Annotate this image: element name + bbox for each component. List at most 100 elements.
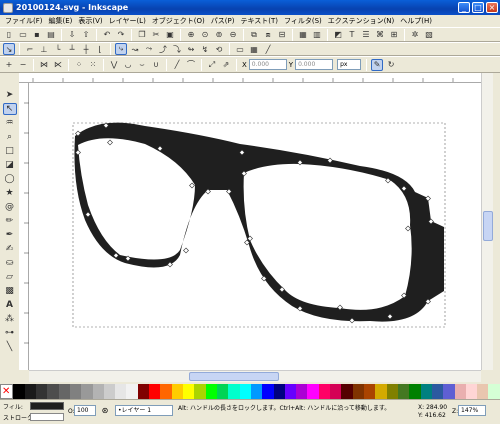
palette-swatch[interactable] [92,384,104,399]
palette-swatch[interactable] [330,384,342,399]
x-coordinate-field[interactable]: 0.000 [248,59,287,70]
horizontal-scrollbar[interactable] [29,370,481,382]
vertical-scroll-thumb[interactable] [483,211,493,241]
segment-line-icon[interactable]: ╱ [171,59,183,71]
snap-midpoints-icon[interactable]: ↬ [185,43,197,55]
palette-swatch[interactable] [341,384,353,399]
menu-layer[interactable]: レイヤー(L) [106,15,149,27]
menu-object[interactable]: オブジェクト(O) [149,15,208,27]
layer-select[interactable]: •レイヤー 1 [115,405,173,416]
snap-bbox-midpoint-icon[interactable]: ┴ [66,43,78,55]
ellipse-tool-icon[interactable]: ◯ [3,173,17,185]
pen-tool-icon[interactable]: ✒ [3,229,17,241]
show-path-outline-icon[interactable]: ↻ [385,59,397,71]
object-to-path-icon[interactable]: ⤢ [206,59,218,71]
3d-box-tool-icon[interactable]: ◪ [3,159,17,171]
menu-help[interactable]: ヘルプ(H) [397,15,435,27]
palette-swatch[interactable] [386,384,398,399]
palette-none-swatch[interactable]: ✕ [0,384,14,399]
palette-swatch[interactable] [239,384,251,399]
palette-swatch[interactable] [69,384,82,399]
preferences-icon[interactable]: ✲ [409,29,421,41]
menu-filters[interactable]: フィルタ(S) [281,15,325,27]
horizontal-scroll-thumb[interactable] [189,372,279,381]
palette-swatch[interactable] [488,384,500,399]
node-smooth-icon[interactable]: ◡ [122,59,134,71]
snap-page-icon[interactable]: ▭ [234,43,246,55]
dropper-tool-icon[interactable]: ╲ [3,341,17,353]
menu-extensions[interactable]: エクステンション(N) [325,15,398,27]
new-document-icon[interactable]: ▯ [3,29,15,41]
join-nodes-icon[interactable]: ⋈ [38,59,50,71]
palette-swatch[interactable] [13,384,25,399]
palette-swatch[interactable] [103,384,116,399]
save-icon[interactable]: ▪ [31,29,43,41]
palette-swatch[interactable] [81,384,93,399]
palette-swatch[interactable] [443,384,455,399]
palette-swatch[interactable] [160,384,172,399]
palette-swatch[interactable] [149,384,161,399]
unit-select[interactable]: px [337,59,362,70]
stroke-to-path-icon[interactable]: ⇗ [220,59,232,71]
palette-swatch[interactable] [250,384,263,399]
glasses-drawing[interactable] [29,83,481,370]
palette-swatch[interactable] [454,384,466,399]
zoom-selection-icon[interactable]: ⊕ [185,29,197,41]
palette-swatch[interactable] [58,384,70,399]
maximize-button[interactable]: □ [472,2,484,13]
palette-swatch[interactable] [284,384,297,399]
snap-smooth-nodes-icon[interactable]: ⤵ [171,43,183,55]
zoom-page-icon[interactable]: ⊚ [213,29,225,41]
show-handles-icon[interactable]: ✎ [371,58,384,71]
eraser-tool-icon[interactable]: ▱ [3,271,17,283]
palette-swatch[interactable] [183,384,195,399]
snap-bbox-edge-icon[interactable]: ⊥ [38,43,50,55]
snap-bbox-center-icon[interactable]: ┼ [80,43,92,55]
copy-icon[interactable]: ❐ [136,29,148,41]
opacity-field[interactable]: 100 [74,405,96,416]
redo-icon[interactable]: ↷ [115,29,127,41]
cut-icon[interactable]: ✂ [150,29,162,41]
snap-cusp-nodes-icon[interactable]: ⤴ [157,43,169,55]
y-coordinate-field[interactable]: 0.000 [295,59,334,70]
star-tool-icon[interactable]: ★ [3,187,17,199]
snap-paths-icon[interactable]: ↝ [129,43,141,55]
glasses-shape[interactable] [74,122,444,322]
snap-bbox-corner-icon[interactable]: └ [52,43,64,55]
palette-swatch[interactable] [431,384,444,399]
zoom-tool-icon[interactable]: ⌕ [3,131,17,143]
export-icon[interactable]: ⇧ [80,29,92,41]
palette-swatch[interactable] [420,384,432,399]
fill-indicator[interactable] [30,402,64,410]
snap-enable-icon[interactable]: ↘ [3,43,15,55]
duplicate-icon[interactable]: ⧉ [248,29,260,41]
minimize-button[interactable]: _ [458,2,470,13]
node-tool-icon[interactable]: ↖ [2,103,17,115]
connector-tool-icon[interactable]: ⊶ [3,327,17,339]
close-button[interactable]: × [486,2,498,13]
node-cusp-icon[interactable]: ⋁ [108,59,120,71]
snap-object-center-icon[interactable]: ↯ [199,43,211,55]
menu-path[interactable]: パス(P) [208,15,238,27]
palette-swatch[interactable] [205,384,217,399]
open-file-icon[interactable]: ▭ [17,29,29,41]
snap-intersections-icon[interactable]: ⤳ [143,43,155,55]
drawing-canvas[interactable] [29,83,481,370]
vertical-ruler[interactable] [19,83,29,370]
palette-swatch[interactable] [262,384,274,399]
menu-text[interactable]: テキスト(T) [237,15,281,27]
snap-rotation-center-icon[interactable]: ⟲ [213,43,225,55]
palette-swatch[interactable] [409,384,421,399]
snap-guide-icon[interactable]: ╱ [262,43,274,55]
paste-icon[interactable]: ▣ [164,29,176,41]
palette-swatch[interactable] [364,384,376,399]
palette-swatch[interactable] [397,384,410,399]
menu-file[interactable]: ファイル(F) [2,15,46,27]
palette-swatch[interactable] [24,384,36,399]
clone-icon[interactable]: ⧈ [262,29,274,41]
horizontal-ruler[interactable] [19,73,481,83]
ungroup-icon[interactable]: ▥ [311,29,323,41]
stroke-indicator[interactable] [30,413,64,421]
calligraphy-tool-icon[interactable]: ✍ [3,243,17,255]
palette-swatch[interactable] [137,384,150,399]
